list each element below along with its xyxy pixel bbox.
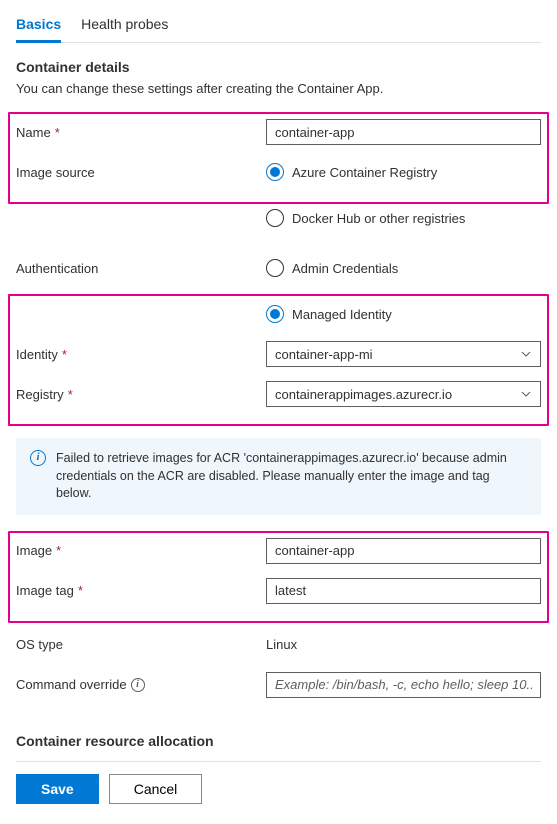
- save-button[interactable]: Save: [16, 774, 99, 804]
- tabs: Basics Health probes: [16, 10, 541, 43]
- highlight-image-tag: Image * Image tag *: [8, 531, 549, 623]
- radio-icon: [266, 163, 284, 181]
- tab-health-probes[interactable]: Health probes: [81, 10, 168, 42]
- highlight-identity-registry: Managed Identity Identity * container-ap…: [8, 294, 549, 426]
- select-value: container-app-mi: [275, 347, 373, 362]
- section-title: Container details: [16, 59, 541, 75]
- registry-select[interactable]: containerappimages.azurecr.io: [266, 381, 541, 407]
- radio-icon: [266, 259, 284, 277]
- chevron-down-icon: [520, 348, 532, 360]
- identity-select[interactable]: container-app-mi: [266, 341, 541, 367]
- radio-docker-hub[interactable]: Docker Hub or other registries: [266, 204, 465, 232]
- radio-managed-identity[interactable]: Managed Identity: [266, 300, 392, 328]
- label-image-source: Image source: [16, 165, 95, 180]
- label-image: Image: [16, 543, 52, 558]
- required-mark: *: [56, 543, 61, 558]
- radio-label: Admin Credentials: [292, 261, 398, 276]
- button-row: Save Cancel: [16, 774, 541, 804]
- radio-label: Docker Hub or other registries: [292, 211, 465, 226]
- radio-icon: [266, 209, 284, 227]
- radio-icon: [266, 305, 284, 323]
- command-override-input[interactable]: [266, 672, 541, 698]
- image-tag-input[interactable]: [266, 578, 541, 604]
- label-identity: Identity: [16, 347, 58, 362]
- name-input[interactable]: [266, 119, 541, 145]
- required-mark: *: [55, 125, 60, 140]
- label-image-tag: Image tag: [16, 583, 74, 598]
- section-desc: You can change these settings after crea…: [16, 81, 541, 96]
- tab-basics[interactable]: Basics: [16, 10, 61, 43]
- radio-label: Azure Container Registry: [292, 165, 437, 180]
- required-mark: *: [78, 583, 83, 598]
- required-mark: *: [68, 387, 73, 402]
- footer-separator: [16, 761, 541, 762]
- required-mark: *: [62, 347, 67, 362]
- label-os-type: OS type: [16, 637, 63, 652]
- radio-azure-registry[interactable]: Azure Container Registry: [266, 158, 437, 186]
- chevron-down-icon: [520, 388, 532, 400]
- image-input[interactable]: [266, 538, 541, 564]
- info-icon: i: [30, 450, 46, 466]
- radio-admin-credentials[interactable]: Admin Credentials: [266, 254, 398, 282]
- label-name: Name: [16, 125, 51, 140]
- info-icon[interactable]: i: [131, 678, 145, 692]
- label-command-override: Command override: [16, 677, 127, 692]
- select-value: containerappimages.azurecr.io: [275, 387, 452, 402]
- info-callout: i Failed to retrieve images for ACR 'con…: [16, 438, 541, 515]
- label-authentication: Authentication: [16, 261, 98, 276]
- cancel-button[interactable]: Cancel: [109, 774, 203, 804]
- radio-label: Managed Identity: [292, 307, 392, 322]
- info-message: Failed to retrieve images for ACR 'conta…: [56, 450, 527, 503]
- os-type-value: Linux: [266, 637, 297, 652]
- label-registry: Registry: [16, 387, 64, 402]
- resource-allocation-title: Container resource allocation: [16, 733, 541, 749]
- highlight-name-source: Name * Image source Azure Container Regi…: [8, 112, 549, 204]
